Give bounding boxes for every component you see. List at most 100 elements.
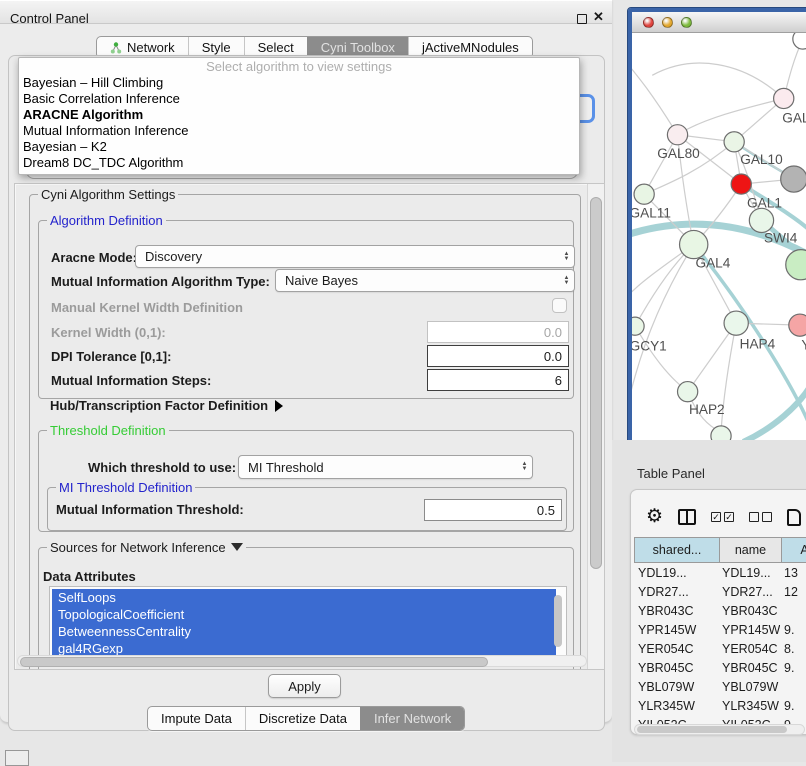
network-node[interactable]: [789, 314, 806, 336]
tab-label: Network: [127, 40, 175, 55]
algorithm-option[interactable]: ARACNE Algorithm: [19, 107, 579, 123]
split-columns-icon[interactable]: [678, 509, 696, 525]
table-row[interactable]: YPR145WYPR145W9.: [634, 620, 806, 639]
node-label: GAL80: [657, 146, 700, 161]
close-icon[interactable]: ✕: [593, 9, 604, 25]
table-row[interactable]: YLR345WYLR345W9.: [634, 696, 806, 715]
network-edge[interactable]: [678, 98, 784, 134]
attribute-item[interactable]: TopologicalCoefficient: [52, 606, 556, 623]
node-label: GAL10: [740, 152, 783, 167]
network-node[interactable]: [678, 382, 698, 402]
manual-kernel-checkbox[interactable]: [552, 298, 567, 313]
kernel-width-field[interactable]: 0.0: [427, 321, 569, 343]
column-header-name[interactable]: name: [719, 538, 781, 562]
tab-label: jActiveMNodules: [422, 40, 519, 55]
table-cell: YPR145W: [718, 623, 780, 637]
table-cell: YBL079W: [634, 680, 718, 694]
tab-impute-data[interactable]: Impute Data: [148, 707, 245, 730]
node-label: GAL4: [695, 256, 730, 271]
network-node[interactable]: [724, 132, 744, 152]
hub-tf-definition-toggle[interactable]: Hub/Transcription Factor Definition: [50, 398, 283, 413]
algorithm-dropdown-prompt: Select algorithm to view settings: [19, 58, 579, 75]
float-window-icon[interactable]: [577, 14, 587, 24]
table-row[interactable]: YER054CYER054C8.: [634, 639, 806, 658]
network-canvas[interactable]: GALGAL80GAL10GAL1GAL11SWI4GAL4GCY1HAP4YH…: [632, 33, 806, 440]
network-node[interactable]: [793, 33, 806, 49]
table-row[interactable]: YBR043CYBR043C: [634, 601, 806, 620]
algorithm-option[interactable]: Mutual Information Inference: [19, 123, 579, 139]
sources-group-toggle[interactable]: Sources for Network Inference: [47, 540, 246, 555]
mi-steps-field[interactable]: 6: [427, 369, 569, 391]
table-row[interactable]: YDL19...YDL19...13: [634, 563, 806, 582]
aracne-mode-combobox[interactable]: Discovery ▲▼: [135, 245, 575, 268]
network-node[interactable]: [786, 250, 806, 280]
network-edge[interactable]: [635, 326, 688, 391]
table-scrollbar-thumb[interactable]: [637, 726, 787, 733]
network-node[interactable]: [680, 230, 708, 258]
vertical-scrollbar[interactable]: [587, 184, 604, 669]
deselect-all-icon[interactable]: [749, 512, 772, 522]
select-all-icon[interactable]: ✓✓: [711, 512, 734, 522]
algorithm-option[interactable]: Dream8 DC_TDC Algorithm: [19, 155, 579, 171]
stepper-arrows-icon: ▲▼: [559, 270, 574, 291]
close-traffic-light-icon[interactable]: [643, 17, 654, 28]
network-edge[interactable]: [652, 63, 783, 98]
table-row[interactable]: YDR27...YDR27...12: [634, 582, 806, 601]
horizontal-scrollbar[interactable]: [17, 655, 587, 667]
mi-threshold-field[interactable]: 0.5: [424, 499, 562, 521]
sources-group-title: Sources for Network Inference: [50, 540, 226, 555]
apply-button[interactable]: Apply: [268, 674, 341, 698]
table-cell: 13: [780, 566, 806, 580]
algorithm-option[interactable]: Bayesian – Hill Climbing: [19, 75, 579, 91]
group-title: MI Threshold Definition: [56, 480, 195, 495]
network-node[interactable]: [749, 208, 773, 232]
node-label: SWI4: [764, 231, 798, 246]
table-row[interactable]: YBR045CYBR045C9.: [634, 658, 806, 677]
kernel-width-label: Kernel Width (0,1):: [51, 325, 166, 340]
mi-type-combobox[interactable]: Naive Bayes ▲▼: [275, 269, 575, 292]
tab-infer-network[interactable]: Infer Network: [360, 707, 464, 730]
table-cell: YLR345W: [634, 699, 718, 713]
table-cell: YDR27...: [718, 585, 780, 599]
network-node[interactable]: [632, 317, 644, 335]
zoom-traffic-light-icon[interactable]: [681, 17, 692, 28]
group-title: Threshold Definition: [47, 423, 169, 438]
network-node[interactable]: [634, 184, 654, 204]
which-threshold-combobox[interactable]: MI Threshold ▲▼: [238, 455, 533, 479]
table-cell: YER054C: [634, 642, 718, 656]
network-node[interactable]: [731, 174, 751, 194]
attribute-item[interactable]: BetweennessCentrality: [52, 623, 556, 640]
dpi-tolerance-field[interactable]: 0.0: [427, 345, 569, 367]
list-scrollbar-thumb[interactable]: [554, 595, 562, 647]
table-cell: YDL19...: [634, 566, 718, 580]
data-attributes-list[interactable]: SelfLoopsTopologicalCoefficientBetweenne…: [49, 586, 567, 660]
mi-type-value: Naive Bayes: [276, 273, 559, 288]
algorithm-option[interactable]: Basic Correlation Inference: [19, 91, 579, 107]
network-node[interactable]: [781, 166, 806, 192]
document-icon[interactable]: [787, 509, 801, 526]
attribute-item[interactable]: SelfLoops: [52, 589, 556, 606]
table-cell: YBR045C: [718, 661, 780, 675]
network-node[interactable]: [667, 125, 687, 145]
network-view-window: GALGAL80GAL10GAL1GAL11SWI4GAL4GCY1HAP4YH…: [628, 8, 806, 444]
horizontal-scrollbar-thumb[interactable]: [20, 657, 488, 667]
gear-icon[interactable]: ⚙: [646, 507, 663, 527]
node-label: Y: [801, 337, 806, 352]
minimize-traffic-light-icon[interactable]: [662, 17, 673, 28]
column-header-a[interactable]: A: [781, 538, 806, 562]
column-header-shared[interactable]: shared...: [635, 538, 719, 562]
network-node[interactable]: [711, 426, 731, 440]
network-node[interactable]: [724, 311, 748, 335]
table-row[interactable]: YBL079WYBL079W: [634, 677, 806, 696]
docked-panel-icon[interactable]: [5, 750, 29, 766]
table-horizontal-scrollbar[interactable]: [634, 724, 805, 735]
node-label: GCY1: [632, 338, 667, 353]
network-edge[interactable]: [743, 384, 806, 440]
network-node[interactable]: [774, 88, 794, 108]
table-cell: 9.: [780, 623, 806, 637]
tab-discretize-data[interactable]: Discretize Data: [245, 707, 360, 730]
node-table[interactable]: shared...nameA YDL19...YDL19...13YDR27..…: [634, 537, 806, 727]
algorithm-option[interactable]: Bayesian – K2: [19, 139, 579, 155]
vertical-scrollbar-thumb[interactable]: [590, 197, 602, 569]
network-edge[interactable]: [635, 245, 694, 327]
